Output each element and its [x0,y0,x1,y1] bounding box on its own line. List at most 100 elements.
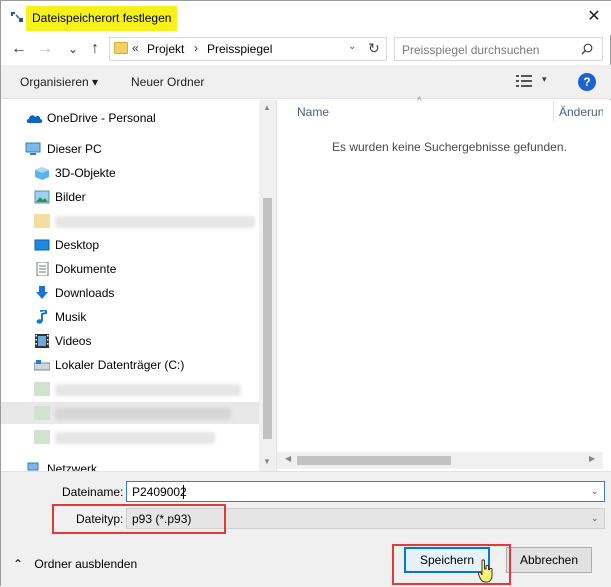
recent-locations-button[interactable]: ⌄ [63,38,83,60]
app-icon [11,12,23,22]
sidebar-item-network-drive[interactable] [1,426,259,448]
redacted-label [55,432,215,444]
view-options-icon[interactable] [516,75,532,87]
title-bar: Dateispeicherort festlegen ✕ [1,1,611,35]
network-icon [27,462,39,471]
sidebar-item-network[interactable]: Netzwerk [1,458,259,471]
sidebar-item-onedrive[interactable]: OneDrive - Personal [1,107,259,129]
scroll-down-arrow-icon[interactable]: ▼ [263,457,271,466]
new-folder-button[interactable]: Neuer Ordner [131,75,204,89]
sidebar-item-label: Videos [55,334,92,348]
search-icon [581,43,593,55]
back-button[interactable]: ← [9,38,29,60]
filename-label: Dateiname: [62,485,124,499]
sidebar-item-label: Dieser PC [47,142,102,156]
sidebar-item-documents[interactable]: Dokumente [1,258,259,280]
sort-ascending-icon: ^ [417,96,422,107]
sidebar-item-label: 3D-Objekte [55,166,116,180]
navigation-scrollbar-thumb[interactable] [263,198,272,439]
text-caret [183,485,184,499]
sidebar-item-network-drive[interactable] [1,378,259,400]
breadcrumb-projekt[interactable]: Projekt [147,42,184,56]
drive-icon [34,360,50,371]
pictures-icon [34,190,50,204]
window-title: Dateispeicherort festlegen [26,6,178,31]
search-placeholder: Preisspiegel durchsuchen [402,43,540,57]
file-list-edge [603,100,611,471]
sidebar-item-videos[interactable]: Videos [1,330,259,352]
forward-arrow-icon: → [37,40,53,57]
desktop-icon [34,239,50,251]
search-input[interactable]: Preisspiegel durchsuchen [394,37,603,61]
highlight-annotation-filetype [52,504,226,534]
scroll-up-arrow-icon[interactable]: ▲ [263,103,271,112]
chevron-down-icon: ⌄ [591,513,599,523]
back-arrow-icon: ← [11,40,27,57]
network-drive-icon [34,406,50,420]
horizontal-scrollbar-thumb[interactable] [297,456,451,465]
redacted-label [55,384,241,396]
sidebar-item-label: Lokaler Datenträger (C:) [55,358,185,372]
cancel-button[interactable]: Abbrechen [506,547,592,573]
downloads-icon [36,286,48,299]
refresh-icon[interactable]: ↻ [368,40,380,57]
sidebar-item-network-drive[interactable] [1,402,259,424]
organize-menu-button[interactable]: Organisieren ▾ [20,75,98,89]
onedrive-cloud-icon [26,115,43,123]
scroll-right-arrow-icon[interactable]: ▶ [589,454,595,463]
sidebar-item-desktop[interactable]: Desktop [1,234,259,256]
sidebar-item-label: Desktop [55,238,100,252]
column-separator[interactable] [553,100,554,122]
sidebar-item-downloads[interactable]: Downloads [1,282,259,304]
music-icon [36,310,47,324]
folder-icon [114,42,128,54]
3d-objects-icon [35,167,49,180]
up-button[interactable]: ↑ [85,38,105,60]
sidebar-item-label: Dokumente [55,262,117,276]
network-drive-icon [34,382,50,396]
save-dialog: Dateispeicherort festlegen ✕ ← → ⌄ ↑ « P… [0,0,611,587]
sidebar-item-label: Downloads [55,286,115,300]
view-dropdown-icon[interactable]: ▾ [542,74,547,85]
file-list[interactable]: ^ Name Änderung Es wurden keine Sucherge… [277,96,611,471]
sidebar-item-label: Musik [55,310,87,324]
address-overflow-icon[interactable]: « [132,41,139,55]
address-bar[interactable]: « Projekt › Preisspiegel ⌄ ↻ [109,37,387,61]
videos-icon [35,334,49,348]
redacted-label [55,216,255,228]
sidebar-item-local-drive[interactable]: Lokaler Datenträger (C:) [1,354,259,376]
forward-button[interactable]: → [35,38,55,60]
hide-folders-button[interactable]: ⌃ Ordner ausblenden [13,557,137,571]
sidebar-item-3d-objects[interactable]: 3D-Objekte [1,162,259,184]
sidebar-item-label: OneDrive - Personal [47,111,156,125]
filename-value: P2409002 [132,485,187,499]
folder-icon [34,214,50,228]
chevron-down-icon[interactable]: ⌄ [591,486,599,497]
breadcrumb-preisspiegel[interactable]: Preisspiegel [207,42,272,56]
sidebar-item-pictures[interactable]: Bilder [1,186,259,208]
chevron-down-icon: ⌄ [67,42,79,56]
filename-input[interactable]: P2409002 ⌄ [126,481,605,502]
sidebar-item-music[interactable]: Musik [1,306,259,328]
network-drive-icon [34,430,50,444]
navigation-pane: OneDrive - Personal Dieser PC 3D-Objekte [1,100,276,471]
help-button[interactable]: ? [578,73,596,91]
sidebar-item-label: Netzwerk [47,462,98,471]
column-header-name[interactable]: Name [297,105,329,119]
up-arrow-icon: ↑ [91,40,99,57]
chevron-up-icon: ⌃ [13,557,24,571]
address-dropdown-icon[interactable]: ⌄ [348,41,356,52]
breadcrumb-separator-icon[interactable]: › [194,41,198,55]
close-button[interactable]: ✕ [583,7,605,27]
sidebar-item-label: Bilder [55,190,86,204]
scroll-left-arrow-icon[interactable]: ◀ [285,454,291,463]
hide-folders-label: Ordner ausblenden [34,557,138,571]
command-bar: Organisieren ▾ Neuer Ordner ▾ ? [1,65,611,99]
empty-results-message: Es wurden keine Suchergebnisse gefunden. [332,140,567,154]
mouse-pointer-icon [477,559,493,583]
sidebar-item-blurred-folder[interactable] [1,210,259,232]
redacted-label [55,408,231,420]
computer-icon [25,142,41,155]
sidebar-item-this-pc[interactable]: Dieser PC [1,138,259,160]
documents-icon [36,262,49,276]
